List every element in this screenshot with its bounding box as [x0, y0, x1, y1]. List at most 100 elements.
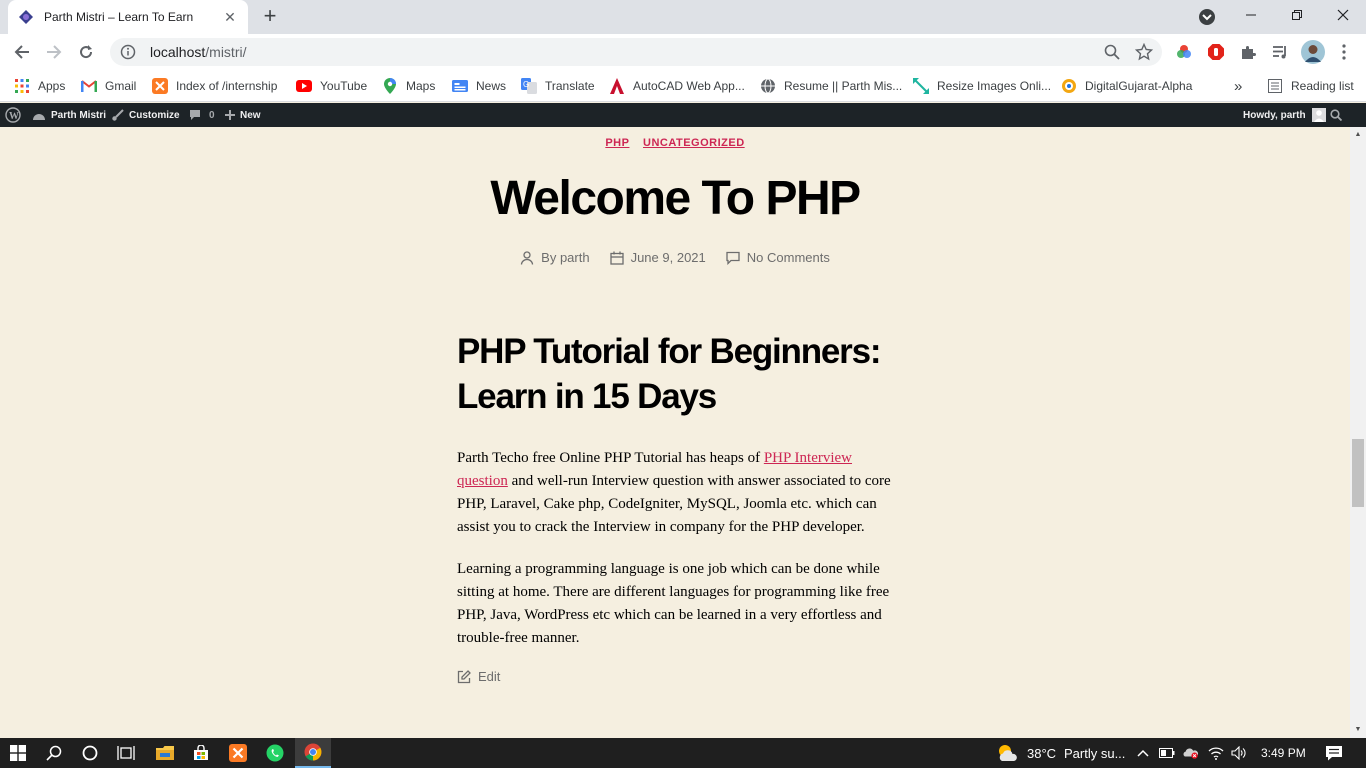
back-button[interactable] [10, 40, 34, 64]
bookmark-resume[interactable]: Resume || Parth Mis... [760, 76, 902, 96]
media-control-icon[interactable] [1270, 42, 1290, 62]
reload-button[interactable] [74, 40, 98, 64]
post-entry: PHP Tutorial for Beginners: Learn in 15 … [457, 329, 897, 684]
bookmark-maps[interactable]: Maps [382, 76, 435, 96]
post-title: Welcome To PHP [490, 172, 861, 225]
wordpress-logo-icon[interactable]: W [5, 103, 26, 127]
scroll-up-arrow-icon[interactable]: ▲ [1350, 127, 1366, 143]
autocad-icon [609, 78, 625, 94]
scroll-down-arrow-icon[interactable]: ▼ [1350, 722, 1366, 738]
address-bar[interactable]: localhost/mistri/ [110, 38, 1162, 66]
reading-list-icon [1267, 78, 1283, 94]
bookmark-youtube[interactable]: YouTube [296, 76, 367, 96]
calendar-icon [609, 251, 624, 265]
battery-icon[interactable] [1159, 745, 1175, 761]
zoom-search-icon[interactable] [1104, 44, 1122, 62]
bookmark-translate[interactable]: G Translate [521, 76, 595, 96]
onedrive-error-icon[interactable] [1183, 745, 1199, 761]
svg-text:W: W [9, 111, 19, 122]
page-content: PHP UNCATEGORIZED Welcome To PHP By part… [0, 127, 1350, 738]
maps-icon [382, 78, 398, 94]
svg-text:G: G [523, 80, 529, 89]
post-date[interactable]: June 9, 2021 [609, 250, 706, 265]
weather-partly-sunny-icon[interactable] [996, 743, 1018, 763]
chrome-taskbar-icon[interactable] [295, 738, 331, 768]
brush-icon [112, 109, 124, 121]
taskbar-search-icon[interactable] [36, 738, 72, 768]
notification-center-icon[interactable] [1325, 744, 1343, 762]
site-name-menu[interactable]: Parth Mistri [32, 103, 106, 127]
post-meta: By parth June 9, 2021 No Comments [0, 250, 1350, 265]
tab-strip: Parth Mistri – Learn To Earn ✕ + [0, 0, 1366, 34]
bookmark-resize-images[interactable]: Resize Images Onli... [913, 76, 1051, 96]
comments-link[interactable]: 0 [189, 103, 215, 127]
new-content-menu[interactable]: New [225, 103, 261, 127]
wifi-icon[interactable] [1208, 745, 1224, 761]
bookmarks-overflow-button[interactable]: » [1234, 76, 1242, 96]
gmail-icon [81, 78, 97, 94]
category-link-uncategorized[interactable]: UNCATEGORIZED [643, 137, 745, 149]
chrome-menu-icon[interactable] [1334, 42, 1354, 62]
cortana-icon[interactable] [72, 738, 108, 768]
scroll-thumb[interactable] [1352, 439, 1364, 507]
restore-button[interactable] [1274, 0, 1320, 30]
new-tab-button[interactable]: + [258, 4, 282, 28]
news-icon [452, 78, 468, 94]
forward-button[interactable] [42, 40, 66, 64]
whatsapp-icon[interactable] [257, 738, 293, 768]
file-explorer-icon[interactable] [147, 738, 183, 768]
microsoft-store-icon[interactable] [183, 738, 219, 768]
tab-search-button[interactable] [1196, 6, 1218, 28]
bookmark-gmail[interactable]: Gmail [81, 76, 136, 96]
windows-taskbar: 38°C Partly su... 3:49 PM [0, 738, 1366, 768]
digitalgujarat-icon [1061, 78, 1077, 94]
customize-link[interactable]: Customize [112, 103, 180, 127]
bookmark-news[interactable]: News [452, 76, 506, 96]
wp-admin-bar: W Parth Mistri Customize 0 New Howdy, pa… [0, 103, 1366, 127]
bookmark-autocad[interactable]: AutoCAD Web App... [609, 76, 745, 96]
site-favicon-icon [18, 9, 34, 25]
admin-search-icon[interactable] [1330, 103, 1347, 127]
close-window-button[interactable] [1320, 0, 1366, 30]
user-avatar-icon [1311, 108, 1326, 122]
minimize-button[interactable] [1228, 0, 1274, 30]
tab-title: Parth Mistri – Learn To Earn [44, 10, 194, 24]
tab-close-icon[interactable]: ✕ [222, 9, 238, 26]
weather-temperature[interactable]: 38°C [1027, 738, 1056, 768]
plus-icon [225, 110, 235, 120]
bookmark-digitalgujarat[interactable]: DigitalGujarat-Alpha [1061, 76, 1192, 96]
task-view-icon[interactable] [108, 738, 144, 768]
system-clock[interactable]: 3:49 PM [1261, 738, 1306, 768]
weather-description[interactable]: Partly su... [1064, 738, 1125, 768]
post-categories: PHP UNCATEGORIZED [0, 137, 1350, 149]
browser-tab[interactable]: Parth Mistri – Learn To Earn ✕ [8, 0, 248, 34]
globe-icon [760, 78, 776, 94]
post-author[interactable]: By parth [520, 250, 590, 265]
category-link-php[interactable]: PHP [605, 137, 629, 149]
youtube-icon [296, 78, 312, 94]
bookmarks-bar: Apps Gmail Index of /internship YouTube … [0, 70, 1366, 102]
my-account-menu[interactable]: Howdy, parth [1243, 103, 1326, 127]
post-comments-link[interactable]: No Comments [726, 250, 830, 265]
translate-icon: G [521, 78, 537, 94]
show-hidden-icons-chevron-icon[interactable] [1135, 745, 1151, 761]
profile-avatar[interactable] [1301, 40, 1325, 64]
bookmark-apps[interactable]: Apps [14, 76, 65, 96]
volume-icon[interactable] [1231, 745, 1247, 761]
page-scrollbar[interactable]: ▲ ▼ [1350, 127, 1366, 738]
extensions-puzzle-icon[interactable] [1238, 42, 1258, 62]
bookmark-index-internship[interactable]: Index of /internship [152, 76, 277, 96]
adblock-extension-icon[interactable] [1206, 42, 1226, 62]
xampp-icon [152, 78, 168, 94]
bookmark-star-icon[interactable] [1134, 42, 1154, 61]
comment-bubble-icon [190, 110, 200, 120]
resize-icon [913, 78, 929, 94]
reading-list-button[interactable]: Reading list [1267, 76, 1354, 96]
color-picker-extension-icon[interactable] [1174, 42, 1194, 62]
windows-logo-icon [10, 745, 26, 761]
site-info-icon[interactable] [120, 44, 136, 60]
url-text[interactable]: localhost/mistri/ [150, 44, 246, 60]
edit-post-link[interactable]: Edit [457, 669, 897, 684]
xampp-taskbar-icon[interactable] [220, 738, 256, 768]
start-button[interactable] [0, 738, 36, 768]
